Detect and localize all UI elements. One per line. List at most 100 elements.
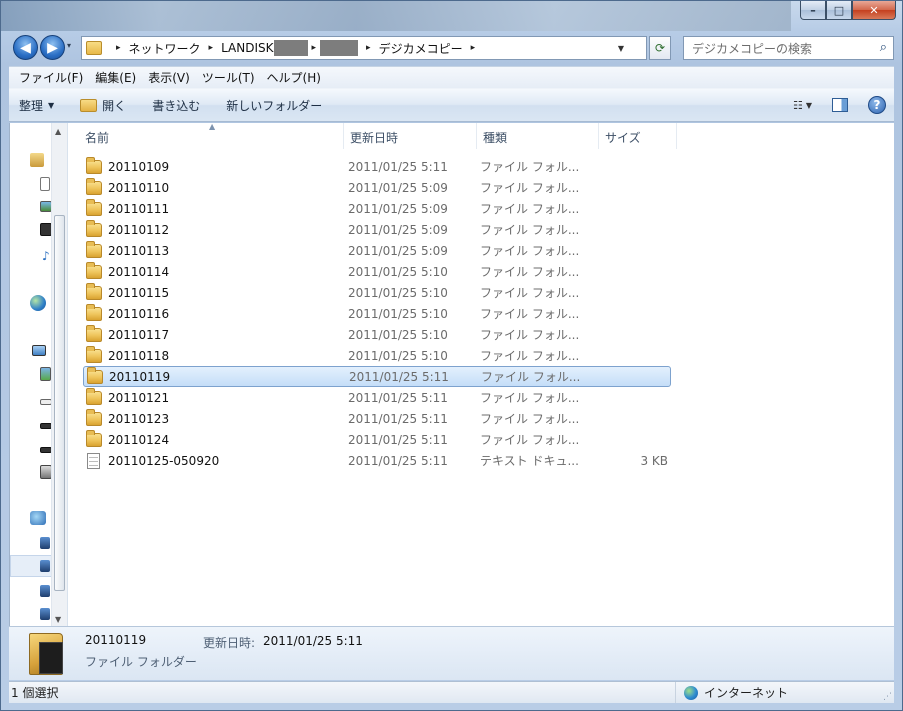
file-name-cell: 20110114 [86, 261, 169, 279]
help-icon[interactable]: ? [868, 96, 886, 114]
file-name-cell: 20110118 [86, 345, 169, 363]
breadcrumb-landisk[interactable]: LANDISK [221, 41, 273, 55]
file-row[interactable]: 20110115 2011/01/25 5:10 ファイル フォル... [83, 282, 671, 303]
computer-icon[interactable] [40, 585, 50, 597]
homegroup-icon[interactable] [30, 295, 46, 311]
file-name-cell: 20110113 [86, 240, 169, 258]
file-type: ファイル フォル... [480, 181, 580, 195]
preview-pane-icon[interactable] [832, 98, 848, 112]
column-headers: ▲ 名前 更新日時 種類 サイズ [69, 122, 894, 149]
document-icon[interactable] [40, 177, 50, 191]
computer-icon[interactable] [32, 345, 46, 356]
navigation-scrollbar[interactable]: ▲ ▼ [51, 123, 67, 626]
menu-help[interactable]: ヘルプ(H) [263, 69, 329, 86]
column-header-type[interactable]: 種類 [477, 123, 599, 149]
chevron-down-icon: ▼ [48, 100, 55, 110]
text-document-icon [87, 452, 100, 469]
scrollbar-thumb[interactable] [54, 215, 65, 591]
file-row[interactable]: 20110110 2011/01/25 5:09 ファイル フォル... [83, 177, 671, 198]
close-button[interactable]: ✕ [852, 1, 896, 20]
view-dropdown-icon[interactable]: ▼ [806, 101, 812, 110]
folder-icon [86, 177, 102, 195]
search-icon[interactable]: ⌕ [880, 40, 887, 55]
sort-ascending-icon: ▲ [209, 122, 216, 131]
computer-icon[interactable] [40, 608, 50, 620]
resize-grip-icon[interactable]: ⋰ [883, 692, 892, 702]
file-row[interactable]: 20110111 2011/01/25 5:09 ファイル フォル... [83, 198, 671, 219]
toolbar-right: ☷ ▼ ? [793, 96, 886, 114]
scroll-down-icon[interactable]: ▼ [55, 615, 61, 624]
file-date: 2011/01/25 5:11 [349, 369, 449, 384]
file-type: ファイル フォル... [480, 433, 580, 447]
menu-edit[interactable]: 編集(E) [91, 69, 144, 86]
file-row[interactable]: 20110116 2011/01/25 5:10 ファイル フォル... [83, 303, 671, 324]
refresh-button[interactable]: ⟳ [649, 36, 671, 60]
file-name: 20110117 [108, 327, 170, 342]
file-name-cell: 20110123 [86, 408, 169, 426]
organize-button[interactable]: 整理 ▼ [19, 97, 54, 114]
column-header-size[interactable]: サイズ [599, 123, 677, 149]
breadcrumb: ▸ ネットワーク ▸ LANDISK ▸ ▸ デジカメコピー ▸ [108, 40, 483, 57]
new-folder-button[interactable]: 新しいフォルダー [226, 97, 322, 114]
address-bar[interactable]: ▸ ネットワーク ▸ LANDISK ▸ ▸ デジカメコピー ▸ ▼ [81, 36, 647, 60]
chevron-right-icon[interactable]: ▸ [116, 43, 121, 53]
file-row[interactable]: 20110121 2011/01/25 5:11 ファイル フォル... [83, 387, 671, 408]
forward-button[interactable]: ▶ [40, 35, 65, 60]
folder-thumbnail-icon [29, 633, 63, 675]
chevron-right-icon[interactable]: ▸ [366, 43, 371, 53]
menu-tools[interactable]: ツール(T) [198, 69, 263, 86]
open-button[interactable]: 開く [80, 97, 126, 114]
view-options-icon[interactable]: ☷ [793, 99, 803, 112]
back-button[interactable]: ◀ [13, 35, 38, 60]
file-row[interactable]: 20110118 2011/01/25 5:10 ファイル フォル... [83, 345, 671, 366]
burn-label: 書き込む [152, 98, 201, 113]
file-row[interactable]: 20110124 2011/01/25 5:11 ファイル フォル... [83, 429, 671, 450]
column-header-date[interactable]: 更新日時 [344, 123, 477, 149]
chevron-right-icon[interactable]: ▸ [209, 43, 214, 53]
address-dropdown-icon[interactable]: ▼ [618, 44, 624, 53]
folder-icon [86, 156, 102, 174]
file-row[interactable]: 20110119 2011/01/25 5:11 ファイル フォル... [83, 366, 671, 387]
file-date: 2011/01/25 5:10 [348, 327, 448, 342]
caption-buttons: – □ ✕ [800, 1, 896, 20]
file-name: 20110109 [108, 159, 170, 174]
file-row[interactable]: 20110109 2011/01/25 5:11 ファイル フォル... [83, 156, 671, 177]
file-row[interactable]: 20110113 2011/01/25 5:09 ファイル フォル... [83, 240, 671, 261]
file-row[interactable]: 20110123 2011/01/25 5:11 ファイル フォル... [83, 408, 671, 429]
drive-icon[interactable] [40, 367, 51, 381]
search-input[interactable]: デジカメコピーの検索 ⌕ [683, 36, 894, 60]
chevron-right-icon[interactable]: ▸ [312, 43, 317, 53]
file-date: 2011/01/25 5:10 [348, 306, 448, 321]
menu-view[interactable]: 表示(V) [144, 69, 198, 86]
recent-pages-dropdown[interactable]: ▾ [67, 41, 71, 50]
computer-icon[interactable] [40, 537, 50, 549]
menu-file[interactable]: ファイル(F) [15, 69, 91, 86]
favorites-icon[interactable] [30, 153, 44, 167]
maximize-button[interactable]: □ [826, 1, 852, 20]
computer-icon[interactable] [40, 560, 50, 572]
file-row[interactable]: 20110125-050920 2011/01/25 5:11 テキスト ドキュ..… [83, 450, 671, 471]
burn-button[interactable]: 書き込む [152, 97, 200, 114]
file-name-cell: 20110116 [86, 303, 169, 321]
file-row[interactable]: 20110117 2011/01/25 5:10 ファイル フォル... [83, 324, 671, 345]
chevron-right-icon[interactable]: ▸ [471, 43, 476, 53]
file-type: ファイル フォル... [480, 307, 580, 321]
title-bar[interactable] [1, 1, 791, 31]
network-icon[interactable] [30, 511, 46, 525]
column-name-label: 名前 [85, 131, 110, 145]
file-row[interactable]: 20110112 2011/01/25 5:09 ファイル フォル... [83, 219, 671, 240]
column-header-name[interactable]: ▲ 名前 [69, 122, 344, 149]
file-name-cell: 20110112 [86, 219, 169, 237]
file-name-cell: 20110121 [86, 387, 169, 405]
music-icon[interactable]: ♪ [42, 249, 50, 263]
file-name-cell: 20110124 [86, 429, 169, 447]
breadcrumb-camera-copy[interactable]: デジカメコピー [379, 40, 463, 57]
details-item-name: 20110119 [85, 633, 147, 647]
breadcrumb-network[interactable]: ネットワーク [129, 40, 201, 57]
file-row[interactable]: 20110114 2011/01/25 5:10 ファイル フォル... [83, 261, 671, 282]
minimize-button[interactable]: – [800, 1, 826, 20]
open-folder-icon [80, 98, 98, 112]
scroll-up-icon[interactable]: ▲ [55, 127, 61, 136]
file-date: 2011/01/25 5:09 [348, 243, 448, 258]
file-type: ファイル フォル... [480, 349, 580, 363]
